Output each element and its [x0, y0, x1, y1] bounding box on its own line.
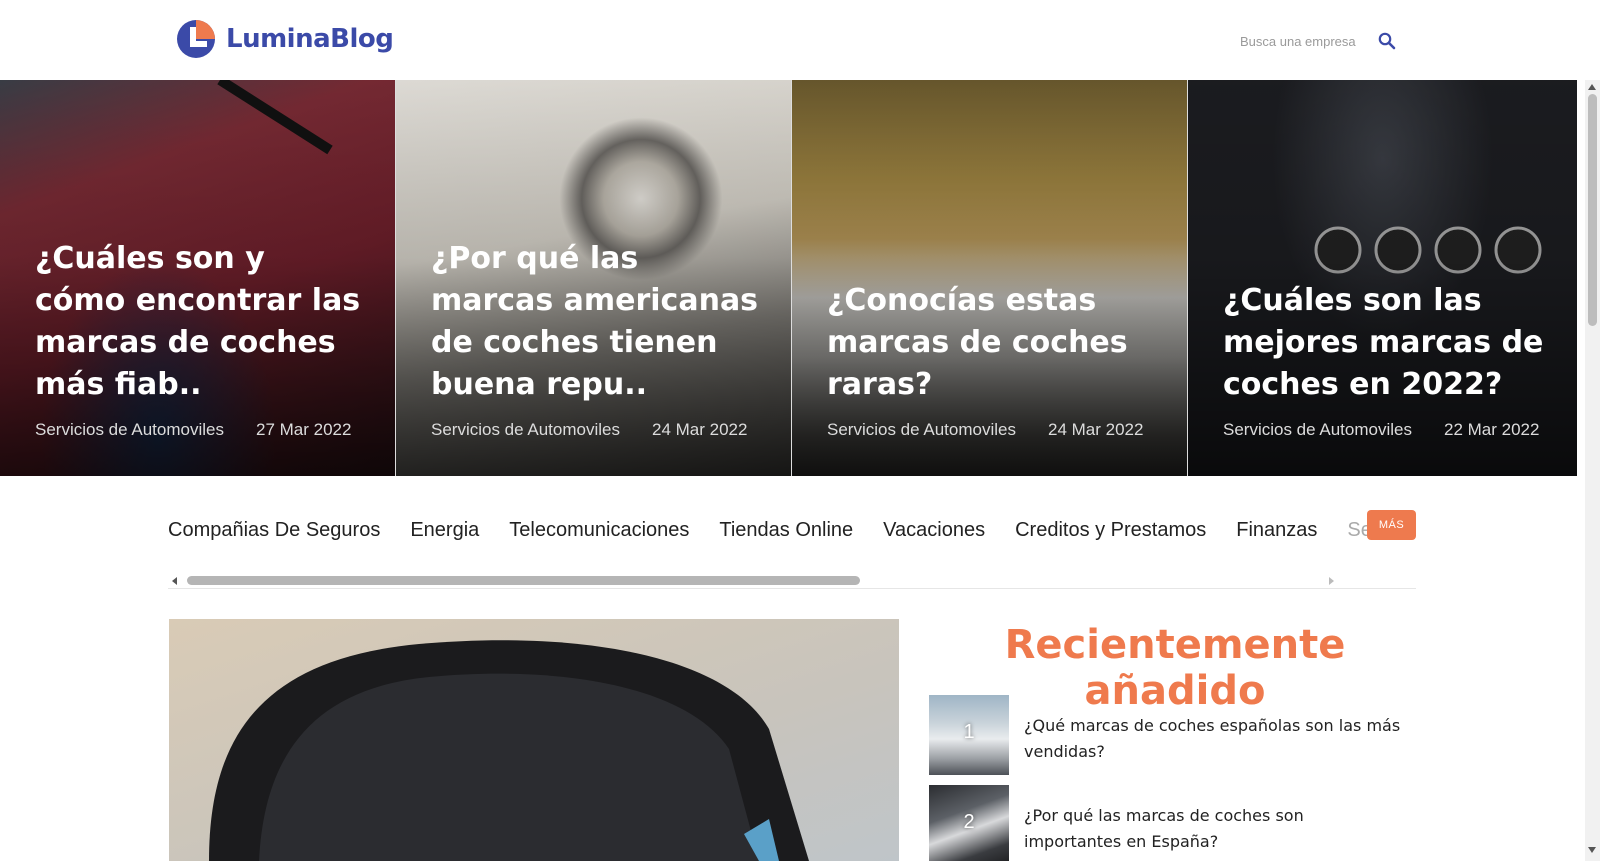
search-box: [1240, 28, 1400, 54]
featured-image-graphic: [169, 619, 899, 861]
recent-rank: 1: [963, 721, 975, 743]
hero-date: 27 Mar 2022: [255, 420, 352, 439]
list-item[interactable]: 2 ¿Por qué las marcas de coches son impo…: [929, 785, 1419, 861]
hero-date: 22 Mar 2022: [1443, 420, 1540, 439]
category-scrollbar[interactable]: [168, 573, 1416, 588]
category-link[interactable]: Creditos y Prestamos: [1015, 519, 1206, 542]
recent-thumbnail[interactable]: 2: [929, 785, 1009, 861]
logo-text: LuminaBlog: [226, 24, 394, 54]
scrollbar-thumb[interactable]: [1588, 94, 1597, 326]
hero-date: 24 Mar 2022: [1047, 420, 1144, 439]
hero-carousel: ¿Cuáles son y cómo encontrar las marcas …: [0, 80, 1585, 476]
scroll-up-icon[interactable]: [1588, 84, 1596, 90]
logo[interactable]: LuminaBlog: [176, 19, 394, 59]
featured-article-image[interactable]: [169, 619, 899, 861]
hero-card[interactable]: ¿Cuáles son las mejores marcas de coches…: [1188, 80, 1577, 476]
divider: [168, 588, 1416, 589]
scroll-down-icon[interactable]: [1588, 847, 1596, 853]
recent-rank: 2: [963, 811, 975, 833]
scrollbar-thumb[interactable]: [187, 576, 860, 585]
hero-title[interactable]: ¿Conocías estas marcas de coches raras?: [827, 280, 1157, 406]
search-input[interactable]: [1240, 33, 1366, 49]
more-button[interactable]: MÁS: [1367, 510, 1416, 540]
hero-date: 24 Mar 2022: [651, 420, 748, 439]
hero-category[interactable]: Servicios de Automoviles: [35, 420, 224, 440]
hero-title[interactable]: ¿Por qué las marcas americanas de coches…: [431, 238, 761, 406]
site-header: LuminaBlog: [0, 0, 1585, 80]
category-link[interactable]: Energia: [410, 519, 479, 542]
hero-category[interactable]: Servicios de Automoviles: [431, 420, 620, 440]
scroll-left-icon[interactable]: [172, 577, 177, 585]
hero-title[interactable]: ¿Cuáles son las mejores marcas de coches…: [1223, 280, 1547, 406]
scroll-right-icon[interactable]: [1329, 577, 1334, 585]
list-item[interactable]: 1 ¿Qué marcas de coches españolas son la…: [929, 695, 1419, 775]
recent-title-link[interactable]: ¿Qué marcas de coches españolas son las …: [1024, 713, 1404, 775]
logo-icon: [177, 20, 215, 58]
category-link[interactable]: Tiendas Online: [719, 519, 853, 542]
search-icon[interactable]: [1376, 30, 1398, 52]
hero-card[interactable]: ¿Conocías estas marcas de coches raras? …: [792, 80, 1188, 476]
page-scrollbar[interactable]: [1585, 80, 1600, 861]
category-link[interactable]: Finanzas: [1236, 519, 1317, 542]
hero-title[interactable]: ¿Cuáles son y cómo encontrar las marcas …: [35, 238, 365, 406]
category-nav: Compañias De Seguros Energia Telecomunic…: [168, 510, 1418, 550]
category-link[interactable]: Telecomunicaciones: [509, 519, 689, 542]
hero-category[interactable]: Servicios de Automoviles: [827, 420, 1016, 440]
hero-card[interactable]: ¿Por qué las marcas americanas de coches…: [396, 80, 792, 476]
category-link[interactable]: Vacaciones: [883, 519, 985, 542]
hero-card[interactable]: ¿Cuáles son y cómo encontrar las marcas …: [0, 80, 396, 476]
recent-title-link[interactable]: ¿Por qué las marcas de coches son import…: [1024, 803, 1404, 861]
recent-thumbnail[interactable]: 1: [929, 695, 1009, 775]
category-link[interactable]: Compañias De Seguros: [168, 519, 380, 542]
hero-category[interactable]: Servicios de Automoviles: [1223, 420, 1412, 440]
